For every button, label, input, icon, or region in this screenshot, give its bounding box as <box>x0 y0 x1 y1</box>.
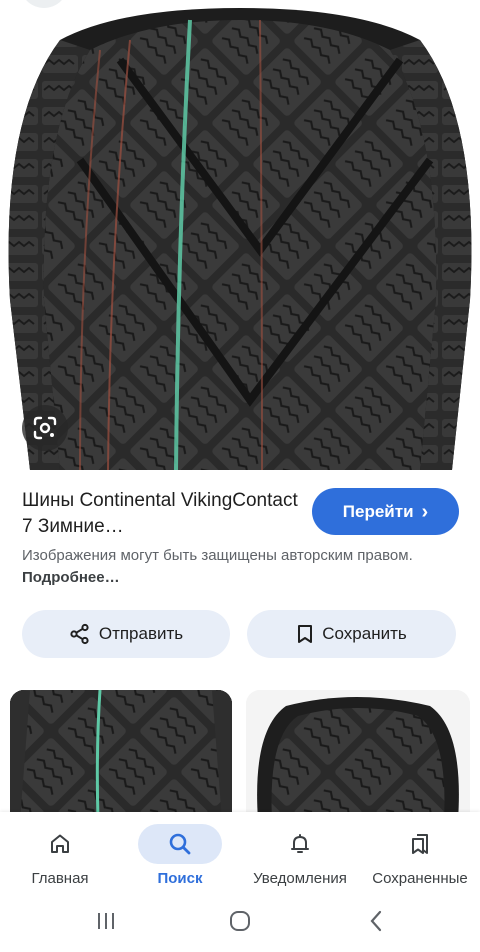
search-icon <box>169 833 191 855</box>
save-button[interactable]: Сохранить <box>247 610 456 658</box>
nav-saved[interactable]: Сохраненные <box>364 812 476 894</box>
back-button[interactable] <box>356 906 396 936</box>
copyright-text: Изображения могут быть защищены авторски… <box>22 547 413 564</box>
recent-apps-button[interactable] <box>86 906 126 936</box>
related-image-1[interactable] <box>10 690 232 820</box>
nav-notifications[interactable]: Уведомления <box>246 812 354 894</box>
related-image-2[interactable] <box>246 690 470 820</box>
save-label: Сохранить <box>322 624 407 643</box>
visit-button[interactable]: Перейти › <box>312 488 459 535</box>
nav-saved-icon-wrap <box>378 824 462 864</box>
result-title[interactable]: Шины Continental VikingContact 7 Зимние… <box>22 488 302 540</box>
nav-home-icon-wrap <box>18 824 102 864</box>
nav-notifications-label: Уведомления <box>253 870 347 887</box>
home-circle-icon <box>230 911 250 931</box>
nav-search[interactable]: Поиск <box>138 812 222 894</box>
nav-saved-label: Сохраненные <box>372 870 468 887</box>
google-lens-button[interactable] <box>22 405 68 451</box>
copyright-notice: Изображения могут быть защищены авторски… <box>22 545 442 589</box>
nav-search-label: Поиск <box>157 870 203 887</box>
bottom-navigation: Главная Поиск Уведомления Сохраненные <box>0 812 480 894</box>
share-label: Отправить <box>98 624 184 643</box>
visit-label: Перейти <box>342 501 414 521</box>
learn-more-link[interactable]: Подробнее… <box>22 569 120 586</box>
share-icon <box>70 623 89 645</box>
saved-collections-icon <box>412 834 428 854</box>
bookmark-icon <box>298 625 313 643</box>
bell-icon <box>291 834 309 853</box>
home-system-button[interactable] <box>220 906 260 936</box>
nav-home[interactable]: Главная <box>18 812 102 894</box>
chevron-right-icon: › <box>421 500 429 523</box>
home-icon <box>51 834 69 853</box>
system-navigation-bar <box>0 894 480 952</box>
back-icon <box>370 910 382 932</box>
image-viewer-page: Шины Continental VikingContact 7 Зимние…… <box>0 0 480 952</box>
google-lens-icon <box>33 416 57 440</box>
main-image[interactable] <box>0 0 480 470</box>
recent-apps-icon <box>98 913 114 929</box>
nav-home-label: Главная <box>31 870 89 887</box>
share-button[interactable]: Отправить <box>22 610 230 658</box>
nav-search-icon-wrap <box>138 824 222 864</box>
nav-notifications-icon-wrap <box>258 824 342 864</box>
